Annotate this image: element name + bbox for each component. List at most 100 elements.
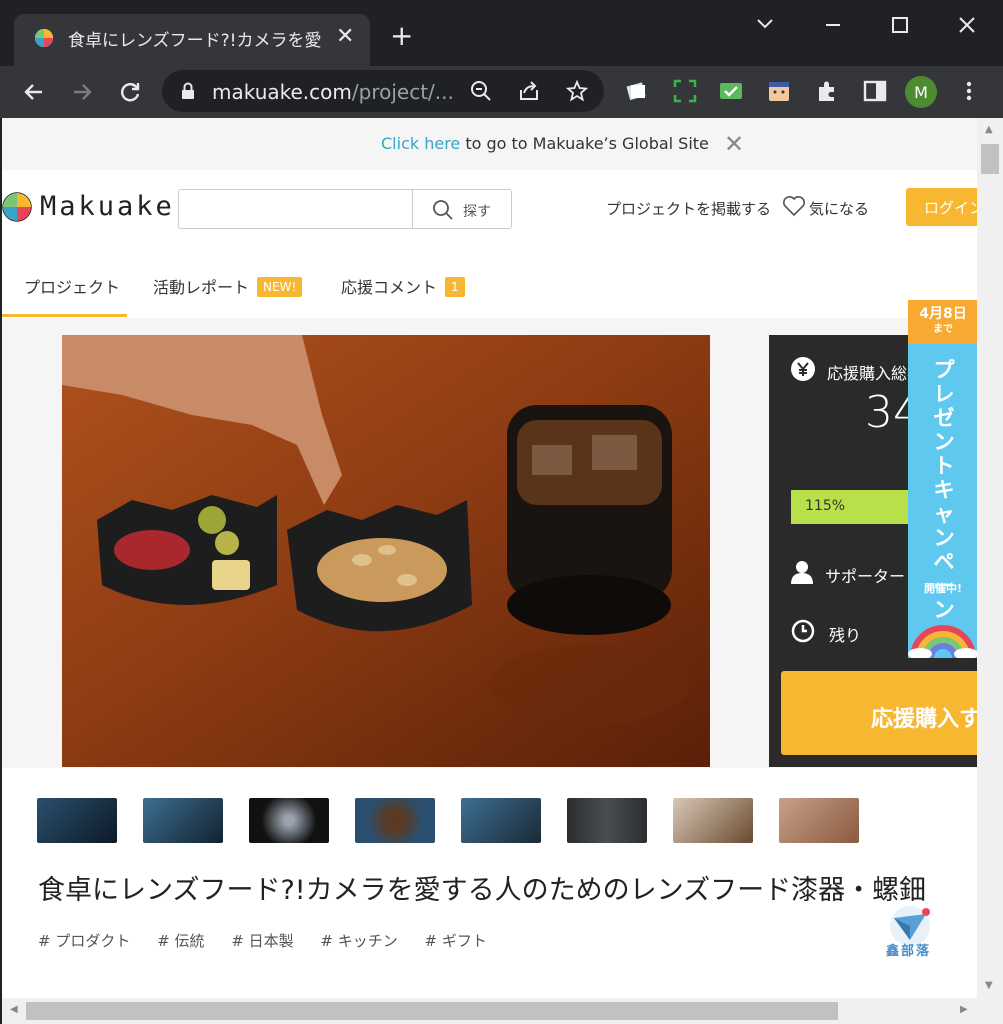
campaign-date-text: 4月8日 (919, 306, 967, 322)
thumbnail[interactable] (143, 798, 223, 843)
yen-icon (791, 357, 815, 381)
thumbnail[interactable] (37, 798, 117, 843)
post-project-link[interactable]: プロジェクトを掲載する (606, 198, 771, 219)
clock-icon (791, 619, 815, 643)
login-button[interactable]: ログイン (906, 188, 977, 226)
browser-window: 食卓にレンズフード?!カメラを愛 ✕ + makuake.com/project… (0, 0, 1003, 1024)
forward-arrow-icon[interactable] (68, 78, 96, 106)
hero-area: 応援購入総額 34 115% サポーター 残り 応援購入する (2, 318, 977, 768)
global-site-link[interactable]: Click here (381, 134, 460, 153)
thumbnail[interactable] (673, 798, 753, 843)
campaign-date: 4月8日まで (908, 300, 977, 344)
address-bar[interactable]: makuake.com/project/... (162, 70, 604, 112)
profile-avatar[interactable]: M (905, 76, 937, 108)
thumbnail[interactable] (355, 798, 435, 843)
tab-project-label: プロジェクト (24, 278, 121, 297)
scroll-up-arrow-icon[interactable]: ▲ (985, 124, 993, 135)
funding-progress-text: 115% (805, 498, 846, 514)
new-badge: NEW! (257, 277, 303, 297)
horizontal-scroll-thumb[interactable] (26, 1002, 838, 1020)
tab-project[interactable]: プロジェクト (24, 274, 120, 298)
makuake-favicon-icon (35, 29, 53, 47)
scroll-down-arrow-icon[interactable]: ▼ (985, 980, 993, 991)
tag-link[interactable]: # 伝統 (157, 932, 204, 950)
tab-comments[interactable]: 応援コメント 1 (341, 274, 465, 298)
project-tags: # プロダクト # 伝統 # 日本製 # キッチン # ギフト (38, 930, 509, 951)
minimize-icon[interactable] (818, 10, 848, 40)
back-arrow-icon[interactable] (20, 78, 48, 106)
search-button[interactable]: 探す (463, 201, 491, 221)
active-tab-indicator (2, 314, 127, 317)
logo-text[interactable]: Makuake (40, 191, 175, 222)
thumbnail[interactable] (461, 798, 541, 843)
extension-screenshot-icon[interactable] (672, 78, 698, 104)
search-divider (412, 190, 413, 228)
browser-tab-active[interactable]: 食卓にレンズフード?!カメラを愛 ✕ (14, 14, 370, 66)
maximize-icon[interactable] (885, 10, 915, 40)
heart-icon[interactable] (782, 195, 806, 217)
thumbnail[interactable] (567, 798, 647, 843)
search-input[interactable]: 探す (178, 189, 512, 229)
browser-toolbar: makuake.com/project/... M (0, 66, 1003, 118)
project-tabs: プロジェクト 活動レポート NEW! 応援コメント 1 (2, 248, 977, 318)
remaining-label: 残り (829, 626, 862, 645)
global-site-rest: to go to Makuake’s Global Site (460, 134, 709, 153)
close-window-icon[interactable] (952, 10, 982, 40)
makuake-logo-icon[interactable] (2, 192, 32, 222)
web-page: Click here to go to Makuake’s Global Sit… (2, 118, 977, 998)
svg-text:M: M (914, 83, 928, 102)
zoom-icon[interactable] (470, 80, 492, 102)
campaign-status: 開催中! (923, 582, 963, 595)
tab-activity-report[interactable]: 活動レポート NEW! (153, 274, 303, 298)
scroll-left-arrow-icon[interactable]: ◀ (10, 1004, 18, 1015)
buy-button[interactable]: 応援購入する (781, 671, 977, 755)
project-title: 食卓にレンズフード?!カメラを愛する人のためのレンズフード漆器・螺鈿 (38, 875, 927, 906)
scroll-right-arrow-icon[interactable]: ▶ (960, 1004, 968, 1015)
favorite-link[interactable]: 気になる (809, 198, 869, 219)
new-tab-button[interactable]: + (390, 22, 413, 50)
vertical-scroll-thumb[interactable] (981, 144, 999, 174)
url-path: /project/... (351, 80, 454, 104)
comment-count-badge: 1 (445, 277, 465, 297)
reload-icon[interactable] (116, 78, 144, 106)
scrollbar-corner (977, 998, 1003, 1024)
url-domain: makuake.com (212, 80, 352, 104)
present-campaign-banner[interactable]: 4月8日 まで プレゼントキャンペーン 開催中! (908, 300, 977, 658)
tab-title: 食卓にレンズフード?!カメラを愛 (68, 31, 322, 51)
vertical-scrollbar[interactable]: ▲ ▼ (977, 118, 1003, 998)
tab-close-icon[interactable]: ✕ (336, 26, 354, 48)
url-text: makuake.com/project/... (212, 80, 454, 104)
thumbnail[interactable] (249, 798, 329, 843)
share-icon[interactable] (518, 80, 540, 102)
tab-search-chevron-icon[interactable] (750, 10, 780, 40)
campaign-until: まで (933, 324, 953, 335)
global-site-banner: Click here to go to Makuake’s Global Sit… (2, 118, 977, 170)
supporters-label: サポーター (825, 567, 906, 586)
thumbnail[interactable] (779, 798, 859, 843)
extension-mail-icon[interactable] (718, 78, 744, 104)
browser-menu-icon[interactable] (956, 78, 982, 104)
tag-link[interactable]: # ギフト (425, 932, 487, 950)
tag-link[interactable]: # 日本製 (231, 932, 293, 950)
search-icon[interactable] (431, 198, 455, 222)
site-header: Makuake 探す プロジェクトを掲載する 気になる ログイン (2, 170, 977, 248)
global-site-text: Click here to go to Makuake’s Global Sit… (381, 134, 709, 153)
extension-face-icon[interactable] (766, 78, 792, 104)
tab-comments-label: 応援コメント (341, 278, 438, 297)
person-icon (791, 561, 813, 584)
tag-link[interactable]: # プロダクト (38, 932, 130, 950)
watermark-text: 鑫部落 (886, 944, 932, 959)
horizontal-scrollbar[interactable]: ◀ ▶ (2, 998, 977, 1024)
tab-activity-label: 活動レポート (153, 278, 250, 297)
extension-notes-icon[interactable] (624, 78, 650, 104)
hero-product-image[interactable] (62, 335, 710, 767)
lock-icon[interactable] (180, 82, 196, 100)
banner-close-icon[interactable]: ✕ (724, 130, 744, 158)
bookmark-star-icon[interactable] (566, 80, 588, 102)
image-thumbnails (2, 768, 977, 853)
extensions-puzzle-icon[interactable] (814, 78, 840, 104)
rainbow-icon (908, 625, 977, 658)
tab-strip: 食卓にレンズフード?!カメラを愛 ✕ + (0, 0, 1003, 66)
side-panel-icon[interactable] (862, 78, 888, 104)
tag-link[interactable]: # キッチン (320, 932, 397, 950)
